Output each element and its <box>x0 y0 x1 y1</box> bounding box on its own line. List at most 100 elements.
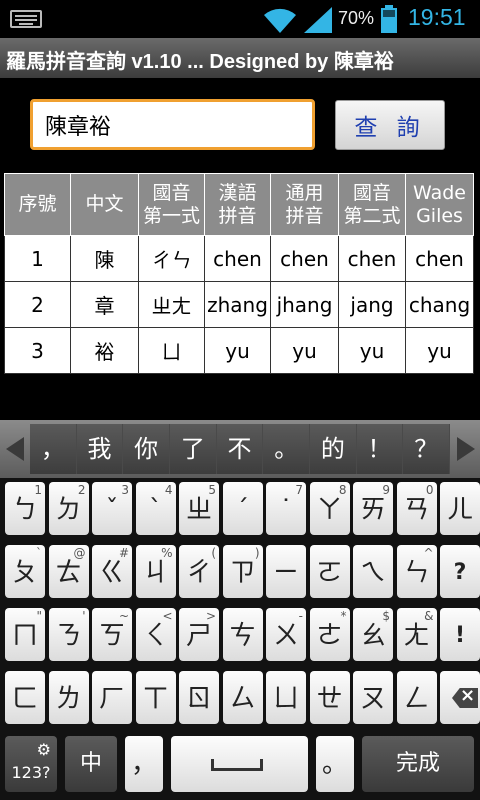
keyboard-key[interactable]: ㄚ8 <box>309 482 350 535</box>
app-title: 羅馬拼音查詢 v1.10 ... Designed by 陳章裕 <box>6 51 394 73</box>
key-sublabel: ( <box>211 546 216 560</box>
keyboard-key[interactable]: ㄘ <box>222 608 263 661</box>
key-sublabel: ^ <box>423 546 434 560</box>
header-chinese: 中文 <box>70 173 139 236</box>
candidate-item[interactable]: 了 <box>170 424 217 474</box>
header-zhuyin-2: 國音 第二式 <box>338 173 406 236</box>
keyboard-key[interactable]: ㄨ- <box>266 608 306 661</box>
keyboard-key[interactable]: ˊ <box>222 482 263 535</box>
keyboard-key[interactable]: ㄩ <box>266 671 306 724</box>
keyboard-key[interactable]: ㄇ " <box>5 608 45 661</box>
keyboard-key[interactable]: ! <box>440 608 480 661</box>
key-sublabel: - <box>298 609 303 623</box>
key-label: ㄋ <box>55 621 82 651</box>
table-cell: ㄔㄣ <box>138 235 205 282</box>
keyboard-key[interactable]: ㄝ <box>309 671 350 724</box>
key-label: ㄜ <box>316 621 343 651</box>
keyboard-key[interactable]: ˇ3 <box>92 482 132 535</box>
candidate-item[interactable]: 的 <box>310 424 357 474</box>
keyboard-key[interactable]: ㄢ0 <box>396 482 437 535</box>
key-label: ˙ <box>279 495 293 525</box>
candidate-item[interactable]: ？ <box>403 424 451 474</box>
key-sublabel: 8 <box>338 483 347 497</box>
status-bar: 70% 19:51 <box>0 0 480 38</box>
candidate-item[interactable]: 我 <box>76 424 124 474</box>
gear-icon: ⚙ <box>36 740 51 759</box>
keyboard-key[interactable]: ㄣ ^ <box>396 545 437 598</box>
key-sublabel: $ <box>382 609 390 623</box>
signal-icon <box>304 7 332 33</box>
keyboard-key[interactable]: ㄐ% <box>135 545 176 598</box>
table-cell: ㄩ <box>138 327 205 374</box>
candidate-item[interactable]: ！ <box>356 424 404 474</box>
period-key[interactable]: 。 <box>316 736 354 792</box>
table-row: 2 章 ㄓㄤ zhang jhang jang chang <box>4 281 474 328</box>
keyboard-key[interactable]: ㄟ <box>353 545 393 598</box>
keyboard-key[interactable]: ㄙ <box>222 671 263 724</box>
key-label: ㄎ <box>98 621 125 651</box>
keyboard-key[interactable]: ㄕ > <box>179 608 219 661</box>
keyboard-key[interactable]: ㄤ & <box>396 608 437 661</box>
battery-percent: 70% <box>338 8 375 28</box>
keyboard-key[interactable]: ㄊ @ <box>48 545 89 598</box>
key-label: ㄒ <box>142 684 169 714</box>
done-key[interactable]: 完成 <box>362 736 474 792</box>
keyboard-key[interactable]: ㄞ9 <box>353 482 393 535</box>
comma-key[interactable]: ， <box>125 736 163 792</box>
keyboard-key[interactable]: ㄉ2 <box>48 482 89 535</box>
keyboard-key[interactable]: ㄗ) <box>222 545 263 598</box>
keyboard-key[interactable]: ㄠ $ <box>353 608 393 661</box>
candidate-item[interactable]: 不 <box>216 424 264 474</box>
key-sublabel: % <box>161 546 173 560</box>
title-bar: 羅馬拼音查詢 v1.10 ... Designed by 陳章裕 <box>0 38 480 78</box>
table-cell: ㄓㄤ <box>138 281 205 328</box>
key-label: ㄞ <box>359 495 386 525</box>
keyboard-key[interactable]: ㄥ <box>396 671 437 724</box>
key-label: ㄟ <box>359 558 386 588</box>
table-cell: 3 <box>4 327 71 374</box>
keyboard-key[interactable]: ˙ 7 <box>266 482 306 535</box>
keyboard-key[interactable]: ㄜ * <box>309 608 350 661</box>
key-sublabel: 4 <box>164 483 173 497</box>
candidate-item[interactable]: 。 <box>263 424 311 474</box>
keyboard-key[interactable]: ㄈ <box>5 671 45 724</box>
keyboard-key[interactable]: ㄔ( <box>179 545 219 598</box>
candidate-item[interactable]: 你 <box>123 424 171 474</box>
key-sublabel: 2 <box>77 483 86 497</box>
keyboard-key[interactable]: ㄌ <box>48 671 89 724</box>
symbols-key[interactable]: ⚙ 123? <box>5 736 57 792</box>
keyboard-key[interactable]: ㄆ ` <box>5 545 45 598</box>
table-cell: yu <box>405 327 474 374</box>
keyboard-key[interactable]: ㄒ <box>135 671 176 724</box>
keyboard-key[interactable]: ㄋ ' <box>48 608 89 661</box>
keyboard-key[interactable]: ㄏ <box>92 671 132 724</box>
search-input[interactable] <box>30 99 315 150</box>
keyboard-key[interactable]: ㄦ <box>440 482 480 535</box>
key-label: ˊ <box>236 495 249 525</box>
table-cell: chen <box>204 235 271 282</box>
keyboard-key[interactable]: ㄎ ~ <box>92 608 132 661</box>
keyboard-icon <box>10 10 42 28</box>
backspace-key[interactable]: × <box>440 671 480 724</box>
keyboard-key[interactable]: ˋ4 <box>135 482 176 535</box>
keyboard-key[interactable]: ? <box>440 545 480 598</box>
keyboard-key[interactable]: ㄖ <box>179 671 219 724</box>
language-key[interactable]: 中 <box>65 736 117 792</box>
candidate-item[interactable]: ， <box>30 424 77 474</box>
keyboard-key[interactable]: ㄍ # <box>92 545 132 598</box>
keyboard-key[interactable]: ㄡ <box>353 671 393 724</box>
key-label: ㄩ <box>272 684 299 714</box>
chevron-right-icon[interactable] <box>457 437 475 461</box>
key-label: ㄡ <box>359 684 386 714</box>
keyboard-key[interactable]: ㄅ1 <box>5 482 45 535</box>
space-key[interactable] <box>171 736 308 792</box>
keyboard-key[interactable]: ㄓ5 <box>179 482 219 535</box>
key-label: ㄌ <box>55 684 82 714</box>
keyboard-key[interactable]: ㄧ <box>266 545 306 598</box>
keyboard-key[interactable]: ㄑ < <box>135 608 176 661</box>
key-sublabel: & <box>424 609 434 623</box>
chevron-left-icon[interactable] <box>6 437 24 461</box>
key-label: ㄅ <box>11 495 38 525</box>
search-button[interactable]: 查 詢 <box>335 100 445 150</box>
keyboard-key[interactable]: ㄛ <box>309 545 350 598</box>
